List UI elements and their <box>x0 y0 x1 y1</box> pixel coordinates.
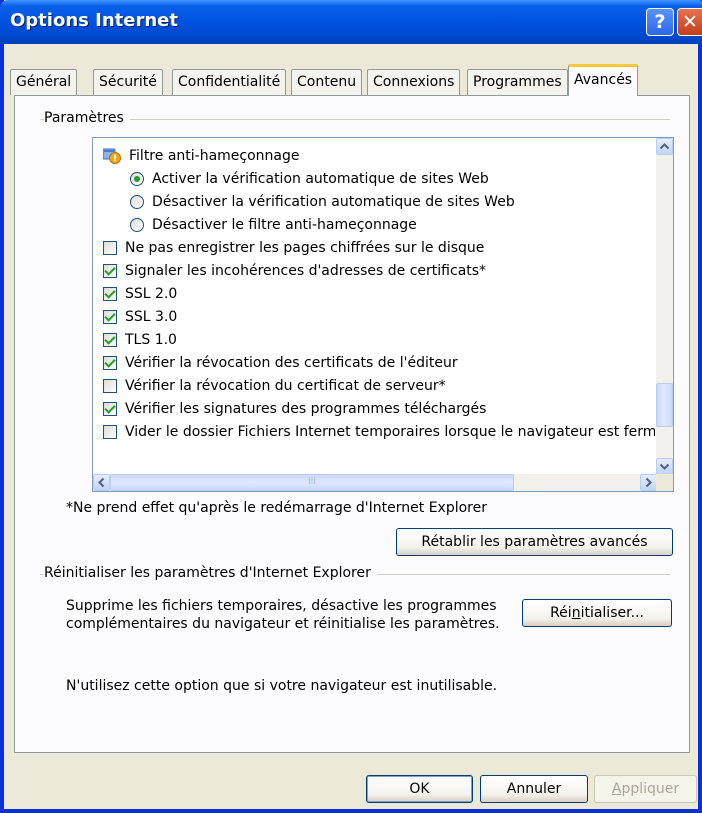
cancel-button[interactable]: Annuler <box>480 775 588 803</box>
grip-icon: III <box>308 477 316 487</box>
checkbox-label: Vérifier les signatures des programmes t… <box>125 401 487 417</box>
question-mark-icon: ? <box>654 11 666 33</box>
shield-warning-icon <box>102 148 121 164</box>
checkbox-label: Vérifier la révocation des certificats d… <box>125 355 458 371</box>
checkbox[interactable] <box>103 287 117 301</box>
reset-warning: N'utilisez cette option que si votre nav… <box>66 678 498 694</box>
radio-label: Désactiver le filtre anti-hameçonnage <box>152 217 417 233</box>
apply-button-label: ppliquer <box>621 781 680 797</box>
ok-button[interactable]: OK <box>366 775 473 803</box>
reset-button-accelerator: n <box>571 605 581 621</box>
reset-description-line2: complémentaires du navigateur et réiniti… <box>66 616 500 632</box>
chevron-left-icon <box>98 477 105 488</box>
checkbox[interactable] <box>103 241 117 255</box>
radio-button[interactable] <box>130 172 144 186</box>
checkbox[interactable] <box>103 333 117 347</box>
chevron-up-icon <box>659 143 670 150</box>
reset-button-label-start: Réi <box>550 605 572 621</box>
checkbox-label: TLS 1.0 <box>125 332 177 348</box>
settings-group-border <box>40 119 670 120</box>
checkbox[interactable] <box>103 264 117 278</box>
checkbox-label: Vérifier la révocation du certificat de … <box>125 378 446 394</box>
window-title: Options Internet <box>10 10 178 31</box>
checkbox-label: Vider le dossier Fichiers Internet tempo… <box>125 424 655 440</box>
tab-general[interactable]: Général <box>10 69 78 95</box>
reset-button-label-end: itialiser... <box>580 605 644 621</box>
options-internet-dialog: Options Internet ? ✕ Général Sécurité Co… <box>0 0 702 813</box>
checkbox-label: SSL 3.0 <box>125 309 178 325</box>
tab-advanced[interactable]: Avancés <box>568 64 639 96</box>
chevron-down-icon <box>659 463 670 470</box>
restart-note: *Ne prend effet qu'après le redémarrage … <box>66 500 487 516</box>
apply-button-accelerator: A <box>611 781 622 797</box>
radio-button[interactable] <box>130 218 144 232</box>
vertical-scroll-thumb[interactable] <box>656 383 673 427</box>
scroll-right-button[interactable] <box>640 474 657 491</box>
radio-button[interactable] <box>130 195 144 209</box>
radio-label: Désactiver la vérification automatique d… <box>152 194 515 210</box>
help-button[interactable]: ? <box>646 8 674 36</box>
restore-advanced-settings-button[interactable]: Rétablir les paramètres avancés <box>396 528 673 556</box>
checkbox[interactable] <box>103 356 117 370</box>
checkbox[interactable] <box>103 310 117 324</box>
checkbox-label: Signaler les incohérences d'adresses de … <box>125 263 487 279</box>
phishing-filter-label: Filtre anti-hameçonnage <box>129 148 300 164</box>
reset-button[interactable]: Réinitialiser... <box>522 599 672 627</box>
checkbox-label: Ne pas enregistrer les pages chiffrées s… <box>125 240 485 256</box>
radio-label: Activer la vérification automatique de s… <box>152 171 489 187</box>
advanced-settings-list[interactable]: Filtre anti-hameçonnage Activer la vérif… <box>92 137 674 492</box>
close-button[interactable]: ✕ <box>677 8 702 36</box>
checkbox[interactable] <box>103 379 117 393</box>
tab-programs[interactable]: Programmes <box>467 69 568 95</box>
scrollbar-corner <box>656 474 673 491</box>
close-icon: ✕ <box>682 11 698 33</box>
settings-group-label: Paramètres <box>44 110 130 126</box>
horizontal-scrollbar[interactable]: III <box>93 474 657 491</box>
vertical-scrollbar[interactable] <box>656 138 673 475</box>
chevron-right-icon <box>645 477 652 488</box>
reset-group-label: Réinitialiser les paramètres d'Internet … <box>44 565 377 581</box>
tab-privacy[interactable]: Confidentialité <box>172 69 287 95</box>
tab-content[interactable]: Contenu <box>291 69 363 95</box>
title-bar[interactable]: Options Internet ? ✕ <box>0 0 702 44</box>
reset-description-line1: Supprime les fichiers temporaires, désac… <box>66 598 497 614</box>
tab-security[interactable]: Sécurité <box>93 69 163 95</box>
apply-button[interactable]: Appliquer <box>594 775 697 803</box>
checkbox[interactable] <box>103 402 117 416</box>
horizontal-scroll-thumb[interactable]: III <box>110 474 514 491</box>
scroll-left-button[interactable] <box>93 474 110 491</box>
checkbox-label: SSL 2.0 <box>125 286 178 302</box>
checkbox[interactable] <box>103 425 117 439</box>
tab-connections[interactable]: Connexions <box>367 69 461 95</box>
scroll-up-button[interactable] <box>656 138 673 155</box>
checkbox-empty-temp-folder[interactable]: Vider le dossier Fichiers Internet tempo… <box>103 422 655 444</box>
scroll-down-button[interactable] <box>656 458 673 475</box>
